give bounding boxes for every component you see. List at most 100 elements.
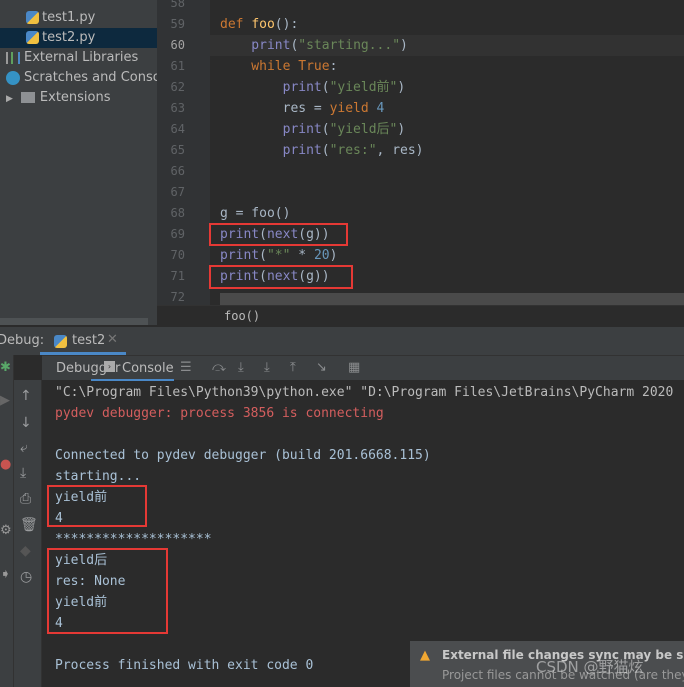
code-token: : (329, 59, 338, 74)
expand-arrow-icon[interactable]: ▶ (6, 94, 13, 104)
tree-item-label: External Libraries (24, 50, 139, 65)
step-out-icon[interactable]: ⤒ (290, 360, 296, 375)
code-token: "yield前" (329, 80, 398, 95)
console-icon: › (104, 361, 115, 372)
code-token: def (220, 17, 252, 32)
code-token: g = foo() (220, 206, 291, 221)
print-icon[interactable]: ⎙ (20, 491, 31, 507)
tab-label: test2 (72, 333, 106, 348)
debug-label: Debug: (0, 333, 45, 348)
notification-balloon[interactable]: ▲ External file changes sync may be slow… (410, 641, 684, 687)
code-token: "*" (266, 248, 291, 263)
warning-icon: ▲ (420, 648, 430, 663)
python-file-icon (26, 11, 39, 24)
code-token: foo (251, 17, 275, 32)
console-line: pydev debugger: process 3856 is connecti… (55, 406, 384, 421)
code-line: print("yield前") (220, 77, 406, 98)
view-breakpoints-icon[interactable]: ● (0, 457, 11, 472)
python-console-icon[interactable]: ◆ (20, 543, 31, 559)
code-token: ( (321, 122, 330, 137)
pin-icon[interactable]: ➧ (0, 567, 11, 582)
horizontal-scrollbar[interactable] (0, 318, 148, 325)
line-number: 66 (170, 164, 185, 178)
line-number: 70 (170, 248, 185, 262)
code-token: * (290, 248, 314, 263)
highlight-box (47, 548, 168, 634)
down-arrow-icon[interactable]: ↓ (20, 415, 32, 431)
editor-scrollbar[interactable] (220, 293, 684, 305)
code-token: while (220, 59, 299, 74)
code-token: yield (329, 101, 377, 116)
close-icon[interactable]: ✕ (107, 332, 118, 347)
breadcrumb[interactable]: foo() (157, 305, 684, 326)
console-line: Process finished with exit code 0 (55, 658, 314, 673)
code-token: ) (397, 80, 406, 95)
debug-tool-window-header: Debug: test2 ✕ (0, 326, 684, 355)
step-into-icon[interactable]: ⤓ (238, 360, 244, 375)
console-line: ******************** (55, 532, 212, 547)
code-line: print("*" * 20) (220, 245, 337, 266)
code-token: print (220, 80, 322, 95)
debug-tab-test2[interactable]: test2 ✕ (40, 327, 126, 355)
code-token: 4 (376, 101, 385, 116)
code-line: while True: (220, 56, 337, 77)
libraries-icon (6, 51, 20, 64)
code-token: print (220, 248, 260, 263)
tree-item-scratches[interactable]: Scratches and Consoles (0, 68, 157, 88)
console-line: starting... (55, 469, 142, 484)
scratches-icon (6, 70, 20, 85)
code-line: res = yield 4 (220, 98, 385, 119)
code-token: ( (259, 248, 267, 263)
tree-item-label: Extensions (39, 90, 111, 105)
settings-icon[interactable]: ⚙ (0, 523, 12, 538)
line-number: 64 (170, 122, 185, 136)
tree-item-test2[interactable]: test2.py (0, 28, 157, 48)
step-over-icon[interactable]: ⤼ (212, 360, 226, 375)
trash-icon[interactable]: 🗑 (20, 517, 38, 533)
code-line: print("yield后") (220, 119, 406, 140)
debug-toolbar: Debugger › Console ☰ ⤼ ⤓ ⤓ ⤒ ↘ ▦ (42, 355, 684, 381)
code-line: print("res:", res) (220, 140, 424, 161)
line-number: 71 (170, 269, 185, 283)
tree-item-label: test2.py (42, 30, 96, 45)
tree-item-external-libraries[interactable]: External Libraries (0, 48, 157, 68)
console-actions-column: ↑ ↓ ⤶ ⤓ ⎙ 🗑 ◆ ◷ (14, 380, 42, 687)
scroll-to-end-icon[interactable]: ⤓ (20, 465, 26, 481)
line-number: 61 (170, 59, 185, 73)
watermark: CSDN @野猫炫 (536, 658, 644, 676)
code-line: print("starting...") (220, 35, 408, 56)
project-tree: test1.py test2.py External Libraries Scr… (0, 0, 157, 325)
line-number: 67 (170, 185, 185, 199)
tree-item-label: test1.py (42, 10, 96, 25)
highlight-box (209, 265, 353, 289)
soft-wrap-icon[interactable]: ⤶ (20, 440, 28, 456)
code-token: 20 (313, 248, 330, 263)
run-to-cursor-icon[interactable]: ↘ (316, 360, 327, 375)
code-line: def foo(): (220, 14, 298, 35)
line-number: 62 (170, 80, 185, 94)
console-line: "C:\Program Files\Python39\python.exe" "… (55, 385, 674, 400)
folder-icon (20, 92, 35, 103)
code-token: print (220, 38, 291, 53)
line-number: 60 (170, 38, 185, 52)
up-arrow-icon[interactable]: ↑ (20, 388, 32, 404)
code-token: ( (321, 143, 330, 158)
menu-icon[interactable]: ☰ (180, 360, 192, 375)
resume-icon[interactable]: ▶ (0, 393, 10, 408)
code-token: ( (321, 80, 330, 95)
tree-item-extensions[interactable]: ▶ Extensions (0, 88, 157, 108)
python-icon (54, 335, 67, 348)
tab-console[interactable]: › Console (91, 356, 174, 381)
code-editor[interactable]: def foo(): print("starting...") while Tr… (210, 0, 684, 305)
tree-item-test1[interactable]: test1.py (0, 8, 157, 28)
line-number: 63 (170, 101, 185, 115)
history-icon[interactable]: ◷ (20, 569, 32, 585)
highlight-box (209, 223, 348, 246)
evaluate-expression-icon[interactable]: ▦ (348, 360, 360, 375)
code-token: , res) (376, 143, 424, 158)
code-token: res = (220, 101, 330, 116)
step-into-my-code-icon[interactable]: ⤓ (264, 360, 270, 375)
debug-actions-column: ✱ ▶ ● ⚙ ➧ (0, 355, 14, 687)
rerun-icon[interactable]: ✱ (0, 360, 11, 375)
code-token: print (220, 143, 322, 158)
